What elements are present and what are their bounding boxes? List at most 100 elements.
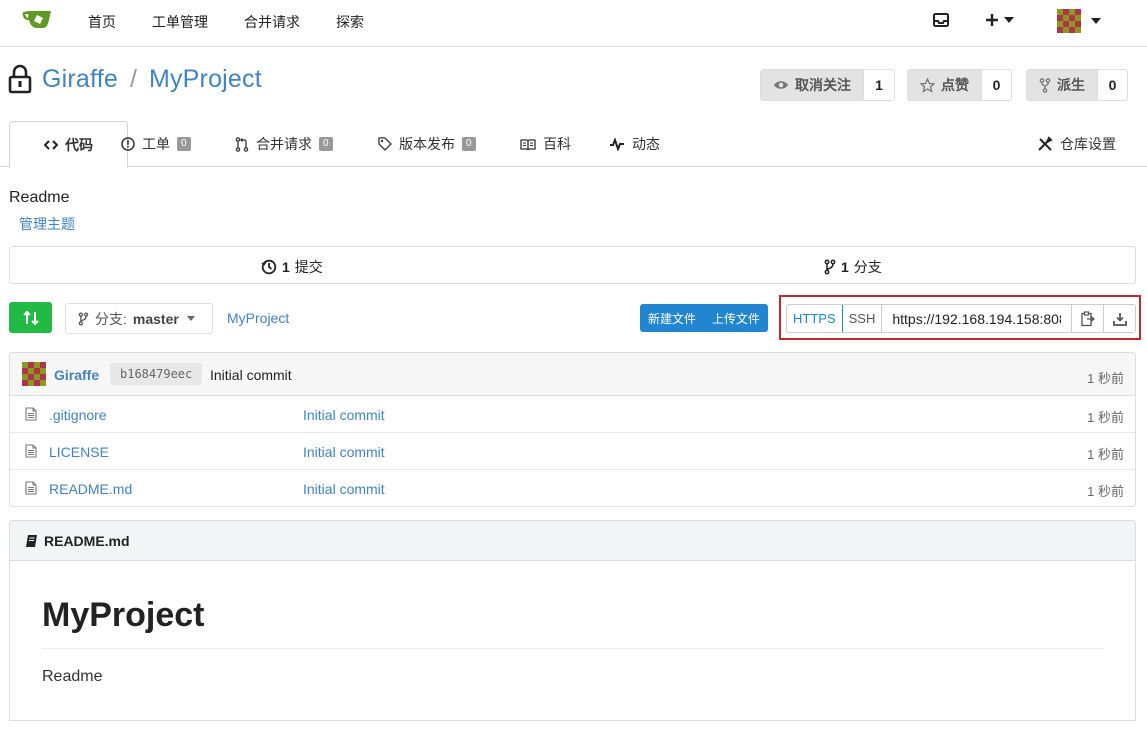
file-table: Giraffe b168479eec Initial commit 1 秒前 .… (9, 352, 1136, 507)
readme-content: MyProject Readme (9, 560, 1136, 721)
issues-count-badge: 0 (177, 137, 191, 151)
commits-count: 1 (282, 259, 290, 275)
file-icon (25, 444, 37, 458)
chevron-down-icon (1091, 18, 1101, 24)
file-icon (25, 407, 37, 421)
tab-settings-label: 仓库设置 (1060, 136, 1116, 152)
avatar[interactable] (22, 362, 46, 386)
ssh-button[interactable]: SSH (842, 305, 882, 332)
tab-pulls-label: 合并请求 (256, 136, 312, 152)
star-group: 点赞 0 (907, 69, 1012, 101)
fork-button[interactable]: 派生 (1027, 70, 1097, 100)
unwatch-label: 取消关注 (795, 77, 851, 93)
repo-tabs: 代码 工单 0 合并请求 0 版本发布 0 百科 动态 仓库设置 (0, 121, 1147, 168)
book-icon (520, 138, 536, 150)
branch-dropdown[interactable]: 分支: master (65, 303, 213, 334)
repo-stats-bar: 1 提交 1 分支 (9, 246, 1136, 284)
clone-url-input[interactable] (881, 305, 1072, 332)
nav-home[interactable]: 首页 (88, 12, 116, 32)
nav-issues[interactable]: 工单管理 (152, 12, 208, 32)
table-row: LICENSE Initial commit 1 秒前 (10, 433, 1135, 470)
commits-link[interactable]: 1 提交 (261, 257, 323, 277)
chevron-down-icon (1004, 17, 1014, 23)
readme-header: README.md (9, 520, 1136, 561)
book-icon (26, 534, 37, 547)
tag-icon (378, 137, 392, 151)
breadcrumb[interactable]: MyProject (227, 310, 289, 326)
new-file-button[interactable]: 新建文件 (640, 304, 704, 332)
star-button[interactable]: 点赞 (908, 70, 981, 100)
download-button[interactable] (1103, 305, 1135, 332)
unwatch-button[interactable]: 取消关注 (761, 70, 863, 100)
file-commit-link[interactable]: Initial commit (303, 481, 385, 497)
branches-link[interactable]: 1 分支 (824, 257, 882, 277)
tab-issues[interactable]: 工单 0 (121, 121, 191, 167)
readme-filename: README.md (44, 532, 130, 549)
star-icon (920, 77, 935, 93)
commit-age: 1 秒前 (1087, 371, 1124, 386)
copy-url-button[interactable] (1071, 305, 1104, 332)
avatar (1057, 9, 1081, 33)
inbox-icon[interactable] (932, 11, 950, 29)
https-button[interactable]: HTTPS (787, 305, 843, 332)
file-icon (25, 481, 37, 495)
file-age: 1 秒前 (1087, 410, 1124, 425)
tools-icon (1038, 136, 1053, 151)
pulls-count-badge: 0 (319, 137, 333, 151)
commit-sha-button[interactable]: b168479eec (110, 363, 203, 385)
star-count[interactable]: 0 (981, 70, 1011, 100)
commit-message: Initial commit (210, 367, 292, 383)
tab-code-label: 代码 (65, 136, 93, 153)
fork-label: 派生 (1057, 77, 1085, 93)
releases-count-badge: 0 (462, 137, 476, 151)
file-name-link[interactable]: README.md (49, 481, 132, 497)
tab-issues-label: 工单 (142, 136, 170, 152)
tab-activity-label: 动态 (632, 136, 660, 152)
star-label: 点赞 (941, 77, 969, 93)
commit-author-link[interactable]: Giraffe (54, 367, 99, 383)
branch-prefix: 分支: (95, 310, 127, 327)
tab-wiki[interactable]: 百科 (520, 121, 571, 167)
repo-owner-link[interactable]: Giraffe (42, 65, 118, 94)
table-row: .gitignore Initial commit 1 秒前 (10, 396, 1135, 433)
tab-settings[interactable]: 仓库设置 (1037, 121, 1116, 167)
file-commit-link[interactable]: Initial commit (303, 444, 385, 460)
upload-file-button[interactable]: 上传文件 (704, 304, 768, 332)
watch-group: 取消关注 1 (760, 69, 895, 101)
tab-activity[interactable]: 动态 (609, 121, 660, 167)
file-commit-link[interactable]: Initial commit (303, 407, 385, 423)
branch-icon (78, 311, 89, 326)
repo-name-link[interactable]: MyProject (149, 65, 262, 94)
create-menu[interactable] (984, 12, 1014, 28)
branches-label: 分支 (853, 259, 882, 275)
chevron-down-icon (186, 316, 195, 321)
compare-icon (22, 310, 39, 325)
file-name-link[interactable]: .gitignore (49, 407, 107, 423)
file-age: 1 秒前 (1087, 447, 1124, 462)
tab-code[interactable]: 代码 (9, 121, 128, 168)
file-actions: 新建文件 上传文件 (640, 304, 769, 332)
plus-icon (986, 14, 998, 26)
manage-topics-link[interactable]: 管理主题 (19, 214, 75, 234)
code-icon (44, 139, 58, 150)
nav-explore[interactable]: 探索 (336, 12, 364, 32)
nav-pulls[interactable]: 合并请求 (244, 12, 300, 32)
pull-request-icon (235, 136, 249, 152)
tab-releases[interactable]: 版本发布 0 (378, 121, 476, 167)
pulse-icon (610, 137, 624, 151)
readme-paragraph: Readme (42, 668, 103, 685)
tab-pulls[interactable]: 合并请求 0 (235, 121, 333, 167)
commits-label: 提交 (294, 259, 323, 275)
fork-count[interactable]: 0 (1097, 70, 1127, 100)
clipboard-icon (1081, 310, 1095, 326)
file-age: 1 秒前 (1087, 484, 1124, 499)
tab-releases-label: 版本发布 (399, 136, 455, 152)
issue-icon (121, 137, 135, 151)
compare-button[interactable] (9, 302, 52, 333)
user-menu[interactable] (1057, 9, 1101, 33)
watch-count[interactable]: 1 (863, 70, 894, 100)
repo-separator: / (129, 64, 137, 93)
branches-count: 1 (841, 259, 849, 275)
gitea-logo-icon[interactable] (22, 8, 52, 30)
file-name-link[interactable]: LICENSE (49, 444, 109, 460)
